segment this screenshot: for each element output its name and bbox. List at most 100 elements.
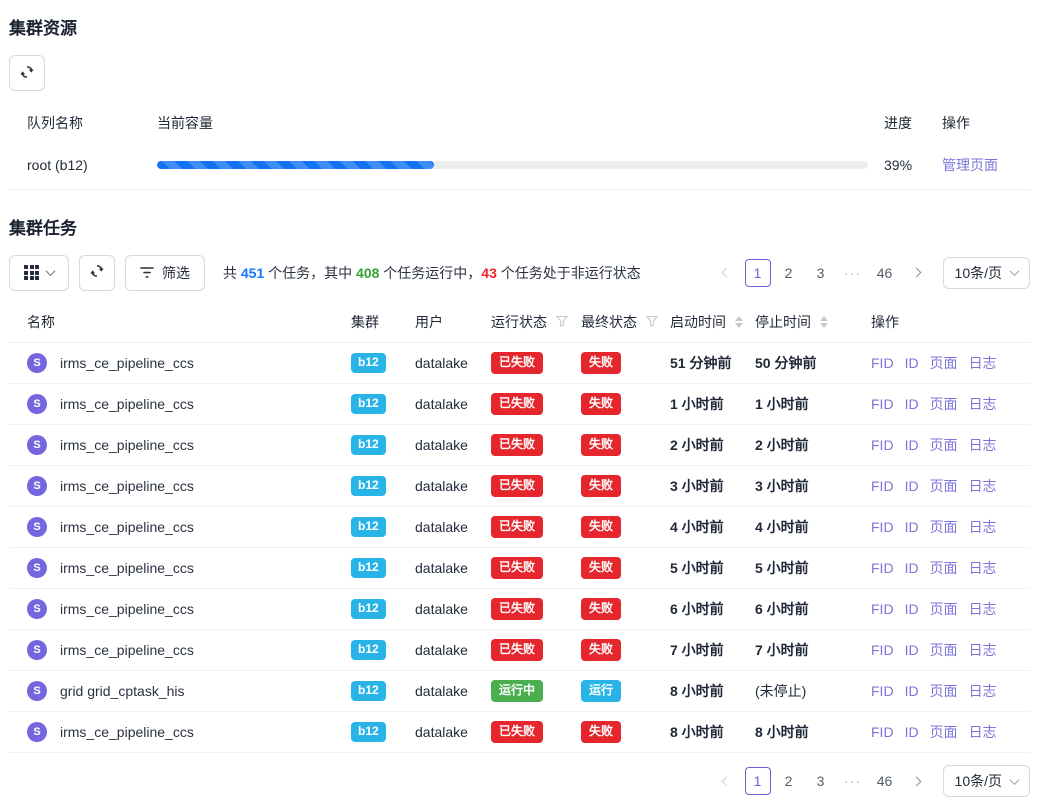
avatar: S: [27, 681, 47, 701]
action-link-fid[interactable]: FID: [871, 396, 894, 412]
avatar: S: [27, 394, 47, 414]
action-link-id[interactable]: ID: [905, 396, 919, 412]
action-link-id[interactable]: ID: [905, 437, 919, 453]
prev-page-button[interactable]: [713, 259, 741, 287]
action-link-fid[interactable]: FID: [871, 519, 894, 535]
page-button-1[interactable]: 1: [745, 259, 771, 287]
action-link-log[interactable]: 日志: [969, 724, 997, 740]
action-link-fid[interactable]: FID: [871, 683, 894, 699]
tasks-table-body: S irms_ce_pipeline_ccs b12 datalake 已失败 …: [9, 343, 1030, 753]
action-link-log[interactable]: 日志: [969, 560, 997, 576]
action-link-page[interactable]: 页面: [930, 642, 958, 658]
user-name: datalake: [415, 642, 468, 658]
action-link-log[interactable]: 日志: [969, 478, 997, 494]
action-link-fid[interactable]: FID: [871, 478, 894, 494]
action-link-log[interactable]: 日志: [969, 642, 997, 658]
table-row: S irms_ce_pipeline_ccs b12 datalake 已失败 …: [9, 507, 1030, 548]
action-link-page[interactable]: 页面: [930, 601, 958, 617]
user-name: datalake: [415, 601, 468, 617]
page-size-value: 10条/页: [955, 263, 1002, 283]
filter-funnel-icon[interactable]: [556, 314, 568, 330]
action-link-id[interactable]: ID: [905, 519, 919, 535]
page-button-3[interactable]: 3: [807, 767, 835, 795]
user-name: datalake: [415, 437, 468, 453]
action-link-fid[interactable]: FID: [871, 642, 894, 658]
page-ellipsis[interactable]: ···: [839, 767, 867, 795]
start-time: 3 小时前: [670, 478, 724, 494]
action-link-fid[interactable]: FID: [871, 560, 894, 576]
sort-icon[interactable]: [735, 316, 743, 328]
action-link-page[interactable]: 页面: [930, 724, 958, 740]
cluster-badge: b12: [351, 394, 386, 414]
task-name: irms_ce_pipeline_ccs: [60, 396, 194, 412]
page-ellipsis[interactable]: ···: [839, 259, 867, 287]
layout-dropdown-button[interactable]: [9, 255, 69, 291]
resources-refresh-button[interactable]: [9, 55, 45, 91]
next-page-button[interactable]: [903, 259, 931, 287]
filter-button[interactable]: 筛选: [125, 255, 205, 291]
action-link-fid[interactable]: FID: [871, 601, 894, 617]
action-link-page[interactable]: 页面: [930, 519, 958, 535]
page-button-46[interactable]: 46: [871, 259, 899, 287]
col-header-run-status: 运行状态: [491, 312, 547, 332]
cluster-badge: b12: [351, 681, 386, 701]
not-running-count: 43: [481, 265, 497, 281]
filter-lines-icon: [140, 265, 154, 281]
col-header-final-status: 最终状态: [581, 312, 637, 332]
table-row: S grid grid_cptask_his b12 datalake 运行中 …: [9, 671, 1030, 712]
action-link-log[interactable]: 日志: [969, 683, 997, 699]
stop-time: 3 小时前: [755, 478, 809, 494]
page-size-select[interactable]: 10条/页: [943, 765, 1030, 797]
prev-page-button[interactable]: [713, 767, 741, 795]
action-link-id[interactable]: ID: [905, 683, 919, 699]
cluster-badge: b12: [351, 558, 386, 578]
action-link-page[interactable]: 页面: [930, 396, 958, 412]
tasks-table-header: 名称 集群 用户 运行状态 最终状态: [9, 303, 1030, 343]
action-link-id[interactable]: ID: [905, 355, 919, 371]
col-header-stop-time: 停止时间: [755, 312, 811, 332]
chevron-left-icon: [722, 776, 732, 786]
action-link-page[interactable]: 页面: [930, 437, 958, 453]
page-button-2[interactable]: 2: [775, 259, 803, 287]
action-link-id[interactable]: ID: [905, 642, 919, 658]
table-row: S irms_ce_pipeline_ccs b12 datalake 已失败 …: [9, 548, 1030, 589]
action-link-page[interactable]: 页面: [930, 478, 958, 494]
page-size-select[interactable]: 10条/页: [943, 257, 1030, 289]
page-button-46[interactable]: 46: [871, 767, 899, 795]
action-link-page[interactable]: 页面: [930, 560, 958, 576]
col-header-start-time: 启动时间: [670, 312, 726, 332]
tasks-summary: 共 451 个任务，其中 408 个任务运行中，43 个任务处于非运行状态: [223, 263, 641, 283]
col-header-user: 用户: [407, 303, 483, 343]
action-link-page[interactable]: 页面: [930, 355, 958, 371]
page-button-2[interactable]: 2: [775, 767, 803, 795]
page-button-3[interactable]: 3: [807, 259, 835, 287]
run-status-badge: 已失败: [491, 721, 543, 743]
next-page-button[interactable]: [903, 767, 931, 795]
action-link-log[interactable]: 日志: [969, 355, 997, 371]
manage-page-link[interactable]: 管理页面: [942, 157, 998, 173]
action-link-fid[interactable]: FID: [871, 437, 894, 453]
action-link-id[interactable]: ID: [905, 478, 919, 494]
action-link-log[interactable]: 日志: [969, 437, 997, 453]
action-link-fid[interactable]: FID: [871, 724, 894, 740]
action-link-log[interactable]: 日志: [969, 519, 997, 535]
task-name: grid grid_cptask_his: [60, 683, 185, 699]
tasks-refresh-button[interactable]: [79, 255, 115, 291]
stop-time: 5 小时前: [755, 560, 809, 576]
action-link-log[interactable]: 日志: [969, 396, 997, 412]
user-name: datalake: [415, 560, 468, 576]
table-row: S irms_ce_pipeline_ccs b12 datalake 已失败 …: [9, 384, 1030, 425]
action-link-log[interactable]: 日志: [969, 601, 997, 617]
filter-funnel-icon[interactable]: [646, 314, 658, 330]
action-link-id[interactable]: ID: [905, 560, 919, 576]
start-time: 2 小时前: [670, 437, 724, 453]
sort-icon[interactable]: [820, 316, 828, 328]
action-link-id[interactable]: ID: [905, 724, 919, 740]
action-link-id[interactable]: ID: [905, 601, 919, 617]
capacity-progress-fill: [157, 161, 434, 169]
chevron-down-icon: [1010, 775, 1020, 785]
action-link-fid[interactable]: FID: [871, 355, 894, 371]
final-status-badge: 运行: [581, 680, 621, 702]
page-button-1[interactable]: 1: [745, 767, 771, 795]
action-link-page[interactable]: 页面: [930, 683, 958, 699]
